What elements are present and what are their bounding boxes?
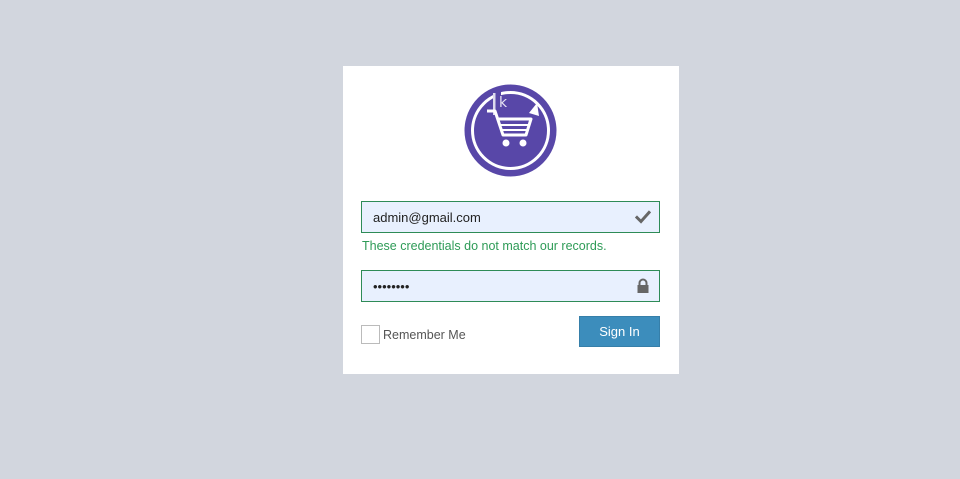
sign-in-button[interactable]: Sign In xyxy=(579,316,660,347)
logo-letter: k xyxy=(499,95,508,111)
remember-me[interactable]: Remember Me xyxy=(361,325,466,344)
login-box: k These credentials do not match our rec… xyxy=(343,66,679,374)
remember-checkbox[interactable] xyxy=(361,325,380,344)
email-field[interactable] xyxy=(361,201,660,233)
check-icon xyxy=(635,210,651,224)
error-message: These credentials do not match our recor… xyxy=(362,239,607,253)
logo-cart-icon: k xyxy=(464,84,557,177)
email-input[interactable] xyxy=(362,202,622,232)
password-input[interactable] xyxy=(362,271,622,301)
password-field[interactable] xyxy=(361,270,660,302)
remember-label: Remember Me xyxy=(383,327,466,342)
lock-icon xyxy=(637,278,649,293)
